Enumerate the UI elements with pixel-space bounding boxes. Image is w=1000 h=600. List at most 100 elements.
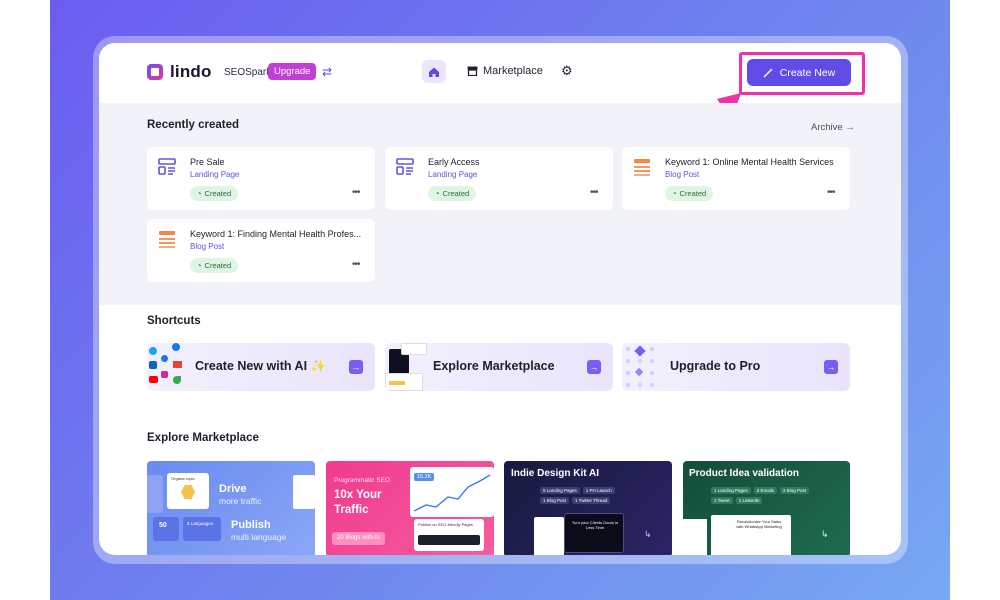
app-name: lindo: [170, 62, 212, 81]
check-circle-icon: ◔: [197, 189, 202, 198]
marketplace-card-drive-traffic[interactable]: Organic topic Drive more traffic 50 5 La…: [147, 461, 315, 555]
arrow-right-icon: →: [824, 360, 838, 374]
upgrade-button[interactable]: Upgrade: [268, 63, 317, 80]
pattern-decoration: [622, 343, 662, 391]
status-text: Created: [442, 189, 470, 198]
marketplace-thumbnail: [385, 343, 427, 391]
marketplace-nav-link[interactable]: Marketplace: [467, 65, 543, 77]
switch-workspace-icon[interactable]: ⇄: [322, 65, 332, 79]
languages-label: 5 Languages: [187, 521, 214, 526]
arrow-corner-icon: ↳: [821, 529, 829, 539]
status-badge: ◔ Created: [665, 186, 714, 201]
facebook-icon: [172, 343, 180, 351]
languages-box: 5 Languages: [183, 517, 221, 541]
pseo-heading: 10x Your Traffic: [334, 489, 382, 516]
arrow-right-icon: →: [349, 360, 363, 374]
shortcut-explore-marketplace[interactable]: Explore Marketplace →: [385, 343, 613, 391]
recent-card[interactable]: Keyword 1: Finding Mental Health Profes.…: [147, 219, 375, 282]
lindo-logo-icon: [147, 64, 163, 80]
dark-dots: [418, 535, 480, 545]
blog-post-icon: [634, 159, 650, 176]
more-options-icon[interactable]: •••: [352, 187, 360, 198]
settings-gear-icon[interactable]: ⚙: [561, 63, 573, 79]
top-bar: lindo SEOSpark Upgrade ⇄ Marketplace ⚙ C…: [99, 43, 901, 137]
recent-card-type: Blog Post: [190, 242, 225, 251]
more-options-icon[interactable]: •••: [352, 259, 360, 270]
chip: 1 Twitter Thread: [572, 497, 611, 504]
social-icons-cluster: [147, 343, 187, 391]
magic-wand-icon: [763, 68, 773, 78]
side-panel: [147, 475, 163, 513]
chip: 1 Tweet: [711, 497, 733, 504]
validation-chips: 1 Landing Pages 2 Emails 2 Blog Post 1 T…: [711, 487, 811, 504]
marketplace-card-product-idea-validation[interactable]: Product Idea validation 1 Landing Pages …: [683, 461, 850, 555]
shortcuts-title: Shortcuts: [147, 315, 201, 327]
recently-created-title: Recently created: [147, 119, 240, 131]
recent-card-title: Keyword 1: Finding Mental Health Profes.…: [190, 229, 362, 239]
recent-card[interactable]: Early Access Landing Page ◔ Created •••: [385, 147, 613, 210]
stat-box: 50: [153, 517, 179, 541]
facebook-small-icon: [161, 355, 168, 362]
workspace-name[interactable]: SEOSpark: [224, 67, 271, 78]
indie-chips: 5 Landing Pages 1 PH Launch 1 Blog Post …: [540, 487, 630, 504]
recent-card-type: Blog Post: [665, 170, 700, 179]
shortcut-label: Upgrade to Pro: [670, 359, 761, 373]
organic-topic-card: Organic topic: [167, 473, 209, 509]
more-options-icon[interactable]: •••: [590, 187, 598, 198]
create-new-button[interactable]: Create New: [747, 59, 851, 86]
publish-heading: Publish: [231, 519, 271, 531]
pseo-pill: 20 Blogs with AI: [332, 532, 385, 545]
home-button[interactable]: [422, 60, 446, 83]
status-text: Created: [204, 189, 232, 198]
explore-marketplace-title: Explore Marketplace: [147, 432, 259, 444]
more-options-icon[interactable]: •••: [827, 187, 835, 198]
recent-card-type: Landing Page: [428, 170, 478, 179]
recent-card-title: Pre Sale: [190, 157, 225, 167]
status-badge: ◔ Created: [190, 258, 239, 273]
recent-card[interactable]: Keyword 1: Online Mental Health Services…: [622, 147, 850, 210]
youtube-icon: [149, 376, 158, 383]
chip: 2 Emails: [753, 487, 778, 494]
marketplace-card-programmatic-seo[interactable]: Programmatic SEO 10x Your Traffic 20 Blo…: [326, 461, 494, 555]
background-stage: lindo SEOSpark Upgrade ⇄ Marketplace ⚙ C…: [50, 0, 950, 600]
shortcut-label: Create New with AI ✨: [195, 359, 327, 373]
traffic-line-chart: [413, 474, 491, 512]
store-icon: [467, 66, 478, 76]
stat-number: 50: [159, 522, 167, 529]
twitter-icon: [149, 347, 157, 355]
app-window: lindo SEOSpark Upgrade ⇄ Marketplace ⚙ C…: [99, 43, 901, 555]
publish-seo-card: Publish on SEO-friendly Pages: [414, 519, 484, 551]
chip: 1 LinkedIn: [735, 497, 763, 504]
check-circle-icon: ◔: [435, 189, 440, 198]
arrow-corner-icon: ↳: [644, 529, 652, 539]
status-badge: ◔ Created: [428, 186, 477, 201]
gmail-icon: [173, 361, 182, 368]
validation-promo: Revolutionize Your Sales with WhatsApp M…: [736, 519, 782, 529]
thumbnail-accent: [389, 381, 405, 385]
check-circle-icon: ◔: [197, 261, 202, 270]
status-text: Created: [204, 261, 232, 270]
publish-sub: multi language: [231, 532, 287, 542]
shortcut-label: Explore Marketplace: [433, 359, 555, 373]
thumbnail-page-2: [401, 343, 427, 355]
marketplace-card-indie-design-kit[interactable]: Indie Design Kit AI 5 Landing Pages 1 PH…: [504, 461, 672, 555]
archive-link[interactable]: Archive →: [811, 122, 855, 133]
shortcut-create-with-ai[interactable]: Create New with AI ✨ →: [147, 343, 375, 391]
shortcut-upgrade-to-pro[interactable]: Upgrade to Pro →: [622, 343, 850, 391]
validation-heading: Product Idea validation: [689, 468, 800, 479]
google-ads-icon: [173, 376, 181, 384]
logo[interactable]: lindo: [147, 62, 212, 82]
preview-left-page: [683, 519, 707, 555]
chip: 5 Landing Pages: [540, 487, 580, 494]
landing-page-icon: [158, 158, 176, 175]
chip: 2 Blog Post: [780, 487, 810, 494]
organic-topic-label: Organic topic: [171, 476, 195, 481]
preview-dark-page: Turn your Clients Doors in Less Time: [564, 513, 624, 553]
arrow-right-icon: →: [587, 360, 601, 374]
diamond-icon: [634, 345, 646, 357]
indie-heading: Indie Design Kit AI: [511, 468, 599, 479]
recent-card[interactable]: Pre Sale Landing Page ◔ Created •••: [147, 147, 375, 210]
linkedin-icon: [149, 361, 157, 369]
recent-card-title: Early Access: [428, 157, 480, 167]
chip: 1 Landing Pages: [711, 487, 751, 494]
